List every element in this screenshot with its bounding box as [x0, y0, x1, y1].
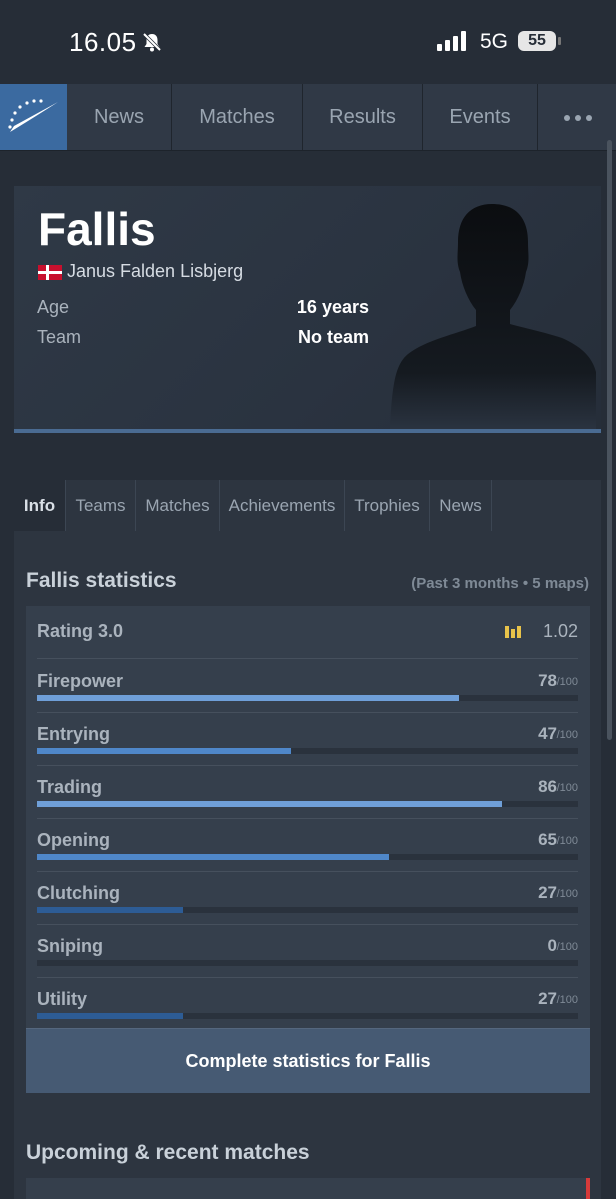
- stat-bar-track: [37, 695, 578, 701]
- stat-bar-track: [37, 907, 578, 913]
- battery-icon: 55: [518, 31, 556, 51]
- tab-trophies[interactable]: Trophies: [345, 480, 430, 531]
- nav-news[interactable]: News: [67, 84, 172, 150]
- stat-value: 0: [547, 936, 557, 955]
- stat-label: Entrying: [37, 724, 111, 744]
- bell-muted-icon: [141, 31, 163, 58]
- age-value: 16 years: [296, 297, 369, 317]
- matches-list-box: [26, 1178, 590, 1199]
- stat-label: Clutching: [37, 883, 120, 903]
- upcoming-matches-title: Upcoming & recent matches: [26, 1141, 310, 1164]
- stat-max: /100: [556, 835, 578, 847]
- stat-max: /100: [556, 941, 578, 953]
- stat-max: /100: [556, 994, 578, 1006]
- stat-row-trading: Trading 86/100: [37, 765, 578, 819]
- stat-row-firepower: Firepower 78/100: [37, 659, 578, 713]
- stat-bar-fill: [37, 801, 503, 807]
- tab-achievements[interactable]: Achievements: [220, 480, 345, 531]
- stat-label: Firepower: [37, 671, 124, 691]
- rating-label: Rating 3.0: [37, 621, 124, 641]
- player-silhouette-icon: [386, 202, 596, 429]
- stat-max: /100: [556, 676, 578, 688]
- top-nav: News Matches Results Events: [0, 84, 616, 151]
- stat-label: Utility: [37, 989, 88, 1009]
- stat-bar-track: [37, 748, 578, 754]
- more-menu-icon[interactable]: [540, 84, 616, 150]
- stat-label: Sniping: [37, 936, 103, 956]
- stat-bar-track: [37, 854, 578, 860]
- player-nickname: Fallis: [38, 203, 156, 255]
- stat-value: 78: [538, 671, 557, 690]
- age-label: Age: [37, 297, 70, 317]
- nav-results[interactable]: Results: [303, 84, 423, 150]
- rating-value: 1.02: [542, 621, 578, 641]
- stat-max: /100: [556, 782, 578, 794]
- nav-events[interactable]: Events: [423, 84, 538, 150]
- stat-bar-track: [37, 801, 578, 807]
- stat-row-utility: Utility 27/100: [37, 977, 578, 1031]
- team-label: Team: [37, 327, 82, 347]
- rating-bars-icon: [505, 625, 522, 638]
- tab-info[interactable]: Info: [14, 480, 66, 531]
- stat-row-entrying: Entrying 47/100: [37, 712, 578, 766]
- stat-bar-fill: [37, 1013, 184, 1019]
- battery-tip: [558, 37, 561, 45]
- stat-bar-fill: [37, 695, 459, 701]
- nav-matches[interactable]: Matches: [172, 84, 303, 150]
- stat-max: /100: [556, 729, 578, 741]
- stat-value: 65: [538, 830, 557, 849]
- stat-value: 27: [538, 883, 557, 902]
- statistics-title: Fallis statistics: [26, 569, 177, 592]
- stat-bar-track: [37, 960, 578, 966]
- status-bar: 16.05 5G 55: [0, 0, 616, 84]
- stat-value: 27: [538, 989, 557, 1008]
- stat-bar-track: [37, 1013, 578, 1019]
- stat-max: /100: [556, 888, 578, 900]
- site-logo-icon[interactable]: [0, 84, 67, 150]
- stat-bar-fill: [37, 748, 292, 754]
- tab-news[interactable]: News: [430, 480, 492, 531]
- live-indicator: [586, 1178, 590, 1199]
- signal-icon: [437, 31, 466, 51]
- tab-matches[interactable]: Matches: [136, 480, 220, 531]
- stat-row-opening: Opening 65/100: [37, 818, 578, 872]
- stat-label: Opening: [37, 830, 110, 850]
- statistics-subtitle: (Past 3 months • 5 maps): [411, 575, 589, 592]
- stat-bar-fill: [37, 854, 389, 860]
- profile-tabs: Info Teams Matches Achievements Trophies…: [14, 480, 601, 532]
- status-time: 16.05: [69, 27, 137, 57]
- player-profile-card: Fallis Janus Falden Lisbjerg Age 16 year…: [14, 186, 601, 433]
- stat-label: Trading: [37, 777, 103, 797]
- network-type: 5G: [480, 30, 509, 53]
- denmark-flag-icon: [38, 265, 62, 280]
- stat-row-clutching: Clutching 27/100: [37, 871, 578, 925]
- stat-value: 86: [538, 777, 557, 796]
- stat-value: 47: [538, 724, 557, 743]
- stat-bar-fill: [37, 907, 184, 913]
- team-value[interactable]: No team: [298, 327, 369, 348]
- stat-row-sniping: Sniping 0/100: [37, 924, 578, 978]
- rating-row: Rating 3.0 1.02: [37, 606, 578, 659]
- player-real-name: Janus Falden Lisbjerg: [67, 261, 244, 281]
- tab-teams[interactable]: Teams: [66, 480, 136, 531]
- scrollbar[interactable]: [607, 140, 612, 740]
- complete-statistics-button[interactable]: Complete statistics for Fallis: [26, 1028, 590, 1093]
